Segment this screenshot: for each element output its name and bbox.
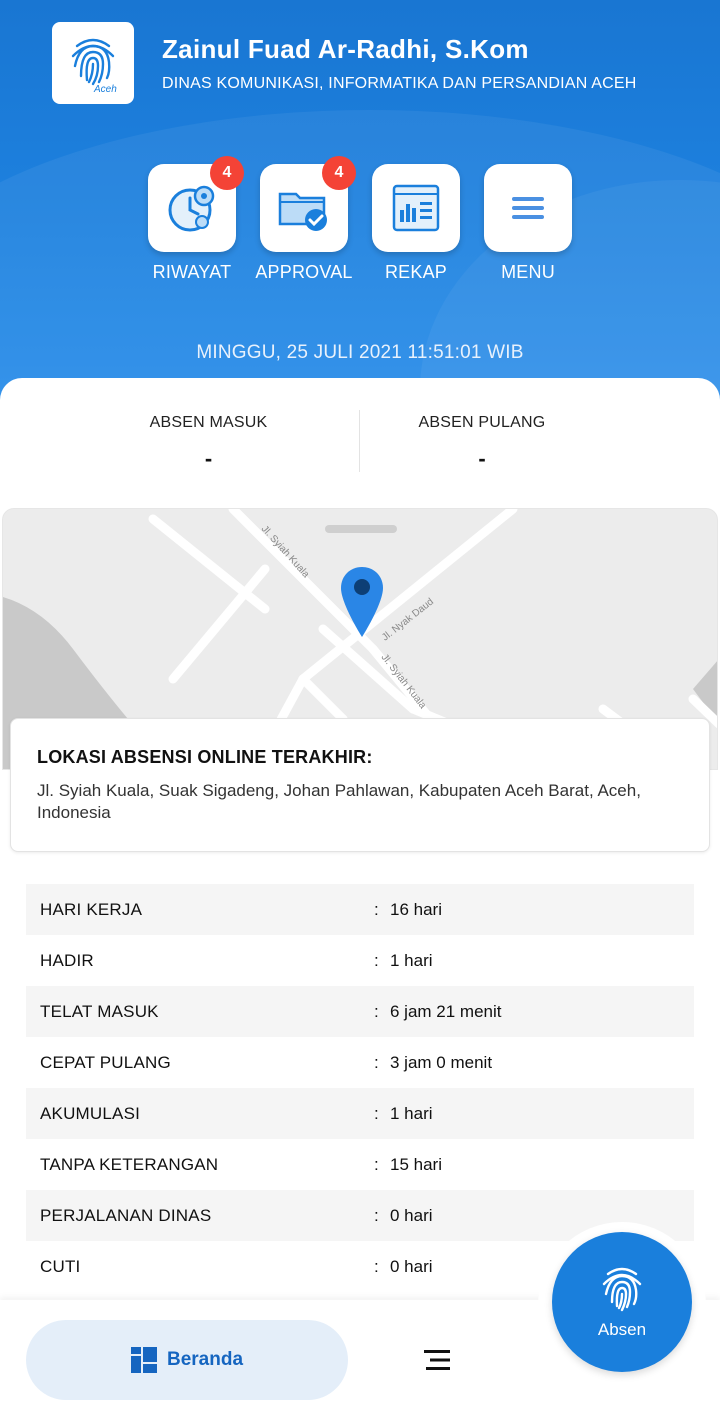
stat-label: TELAT MASUK <box>40 1001 159 1021</box>
stat-row: HARI KERJA : 16 hari <box>26 884 694 935</box>
dashboard-icon <box>130 1347 157 1373</box>
stat-row: TELAT MASUK : 6 jam 21 menit <box>26 986 694 1037</box>
stat-value: 6 jam 21 menit <box>390 1001 502 1021</box>
user-name: Zainul Fuad Ar-Radhi, S.Kom <box>162 34 529 64</box>
stat-label: CEPAT PULANG <box>40 1052 171 1072</box>
stat-row: AKUMULASI : 1 hari <box>26 1088 694 1139</box>
stat-colon: : <box>374 950 379 970</box>
map-drag-handle[interactable] <box>325 525 397 533</box>
last-location-card: LOKASI ABSENSI ONLINE TERAKHIR: Jl. Syia… <box>10 718 710 852</box>
stat-colon: : <box>374 1154 379 1174</box>
absen-button-label: Absen <box>597 1320 647 1339</box>
menu-riwayat-tile[interactable]: 4 <box>148 156 244 252</box>
menu-riwayat[interactable]: 4 RIWAYAT <box>132 156 252 283</box>
riwayat-badge: 4 <box>210 156 244 190</box>
stat-colon: : <box>374 1256 379 1276</box>
stat-label: AKUMULASI <box>40 1103 141 1123</box>
menu-approval-label: APPROVAL <box>255 262 353 282</box>
approval-badge: 4 <box>322 156 356 190</box>
last-location-title: LOKASI ABSENSI ONLINE TERAKHIR: <box>37 747 373 767</box>
stat-value: 3 jam 0 menit <box>390 1052 493 1072</box>
stat-label: HADIR <box>40 950 94 970</box>
absen-summary: ABSEN MASUK - ABSEN PULANG - <box>0 390 720 506</box>
absen-button[interactable]: Absen <box>552 1232 692 1372</box>
map-street-label: Jl. Nyak Daud <box>380 596 436 643</box>
stat-value: 15 hari <box>390 1154 442 1174</box>
stat-row: TANPA KETERANGAN : 15 hari <box>26 1139 694 1190</box>
org-name: DINAS KOMUNIKASI, INFORMATIKA DAN PERSAN… <box>162 75 637 92</box>
stat-colon: : <box>374 899 379 919</box>
nav-menu-icon[interactable] <box>424 1348 456 1372</box>
menu-riwayat-label: RIWAYAT <box>152 262 232 282</box>
stat-label: PERJALANAN DINAS <box>40 1205 212 1225</box>
stat-value: 16 hari <box>390 899 442 919</box>
stat-colon: : <box>374 1001 379 1021</box>
menu-menu-tile[interactable] <box>484 164 572 252</box>
nav-beranda-button[interactable]: Beranda <box>26 1320 348 1400</box>
menu-rekap-label: REKAP <box>384 262 448 282</box>
map-pin-icon <box>341 567 383 637</box>
nav-beranda-label: Beranda <box>166 1349 244 1370</box>
folder-check-icon <box>278 192 327 231</box>
menu-menu[interactable]: MENU <box>468 164 588 283</box>
app-logo: Aceh <box>52 22 134 104</box>
quick-menu: 4 RIWAYAT 4 APPROVAL REKAP MENU <box>0 156 720 294</box>
current-datetime: MINGGU, 25 JULI 2021 11:51:01 WIB <box>196 342 524 363</box>
stat-label: CUTI <box>40 1256 81 1276</box>
stat-value: 1 hari <box>390 1103 433 1123</box>
menu-approval-tile[interactable]: 4 <box>260 156 356 252</box>
stat-colon: : <box>374 1205 379 1225</box>
report-icon <box>392 184 440 232</box>
stat-row: CEPAT PULANG : 3 jam 0 menit <box>26 1037 694 1088</box>
menu-rekap[interactable]: REKAP <box>356 164 476 283</box>
logo-text: Aceh <box>94 84 117 95</box>
stat-value: 0 hari <box>390 1205 433 1225</box>
menu-approval[interactable]: 4 APPROVAL <box>244 156 364 283</box>
fingerprint-icon <box>602 1267 642 1312</box>
absen-pulang: ABSEN PULANG - <box>302 414 662 472</box>
stat-label: HARI KERJA <box>40 899 143 919</box>
stat-value: 1 hari <box>390 950 433 970</box>
menu-rekap-tile[interactable] <box>372 164 460 252</box>
absen-pulang-label: ABSEN PULANG <box>418 414 546 431</box>
last-location-address: Jl. Syiah Kuala, Suak Sigadeng, Johan Pa… <box>37 781 641 822</box>
hamburger-icon <box>512 197 544 219</box>
stat-row: HADIR : 1 hari <box>26 935 694 986</box>
absen-pulang-value: - <box>478 446 486 471</box>
stat-label: TANPA KETERANGAN <box>40 1154 219 1174</box>
stat-colon: : <box>374 1052 379 1072</box>
stat-colon: : <box>374 1103 379 1123</box>
clock-gear-icon <box>168 185 215 232</box>
menu-menu-label: MENU <box>501 262 555 282</box>
